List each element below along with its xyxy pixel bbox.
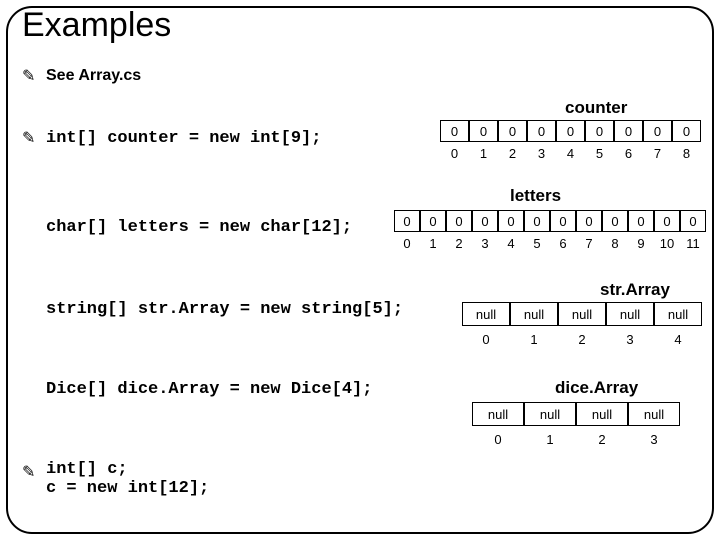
idx: 0 [472,432,524,447]
idx: 4 [498,236,524,251]
idx: 4 [556,146,585,161]
bullet-text: See Array.cs [46,67,141,85]
cell: null [628,402,680,426]
cell: null [524,402,576,426]
cell: null [654,302,702,326]
code-strarray: string[] str.Array = new string[5]; [46,300,403,319]
cell: 0 [550,210,576,232]
page-title: Examples [22,6,171,45]
cell: null [462,302,510,326]
indices-dicearray: 0 1 2 3 [472,432,680,447]
cell: null [576,402,628,426]
label-dicearray: dice.Array [555,378,638,398]
array-letters: 0 0 0 0 0 0 0 0 0 0 0 0 [394,210,706,232]
cell: 0 [420,210,446,232]
array-strarray: null null null null null [462,302,702,326]
idx: 0 [394,236,420,251]
bullet-intc: ✎ int[] c; c = new int[12]; [22,460,209,498]
idx: 7 [643,146,672,161]
idx: 11 [680,236,706,251]
cell: 0 [628,210,654,232]
cell: 0 [472,210,498,232]
idx: 10 [654,236,680,251]
code-counter: int[] counter = new int[9]; [46,129,321,148]
label-strarray: str.Array [600,280,670,300]
cell: 0 [643,120,672,142]
cell: 0 [576,210,602,232]
idx: 5 [585,146,614,161]
idx: 3 [527,146,556,161]
cell: 0 [602,210,628,232]
idx: 3 [606,332,654,347]
bullet-icon: ✎ [22,66,46,86]
label-letters: letters [510,186,561,206]
code-dicearray: Dice[] dice.Array = new Dice[4]; [46,380,372,399]
idx: 2 [576,432,628,447]
indices-letters: 0 1 2 3 4 5 6 7 8 9 10 11 [394,236,706,251]
idx: 4 [654,332,702,347]
bullet-counter: ✎ int[] counter = new int[9]; [22,128,321,148]
cell: 0 [527,120,556,142]
cell: null [606,302,654,326]
idx: 1 [524,432,576,447]
cell: 0 [654,210,680,232]
cell: 0 [440,120,469,142]
idx: 8 [672,146,701,161]
idx: 2 [498,146,527,161]
indices-strarray: 0 1 2 3 4 [462,332,702,347]
cell: 0 [680,210,706,232]
idx: 9 [628,236,654,251]
cell: 0 [672,120,701,142]
cell: 0 [524,210,550,232]
cell: 0 [446,210,472,232]
cell: null [510,302,558,326]
idx: 6 [614,146,643,161]
idx: 6 [550,236,576,251]
cell: 0 [556,120,585,142]
idx: 1 [469,146,498,161]
idx: 7 [576,236,602,251]
cell: 0 [498,120,527,142]
bullet-icon: ✎ [22,128,46,148]
idx: 8 [602,236,628,251]
bullet-see: ✎ See Array.cs [22,66,141,86]
idx: 0 [440,146,469,161]
idx: 3 [628,432,680,447]
code-intc: int[] c; c = new int[12]; [46,460,209,498]
idx: 0 [462,332,510,347]
cell: 0 [394,210,420,232]
bullet-icon: ✎ [22,462,46,482]
code-letters: char[] letters = new char[12]; [46,218,352,237]
idx: 1 [510,332,558,347]
idx: 3 [472,236,498,251]
idx: 2 [558,332,606,347]
cell: null [472,402,524,426]
idx: 2 [446,236,472,251]
indices-counter: 0 1 2 3 4 5 6 7 8 [440,146,701,161]
cell: null [558,302,606,326]
idx: 1 [420,236,446,251]
label-counter: counter [565,98,627,118]
cell: 0 [469,120,498,142]
cell: 0 [585,120,614,142]
idx: 5 [524,236,550,251]
cell: 0 [498,210,524,232]
cell: 0 [614,120,643,142]
array-counter: 0 0 0 0 0 0 0 0 0 [440,120,701,142]
array-dicearray: null null null null [472,402,680,426]
